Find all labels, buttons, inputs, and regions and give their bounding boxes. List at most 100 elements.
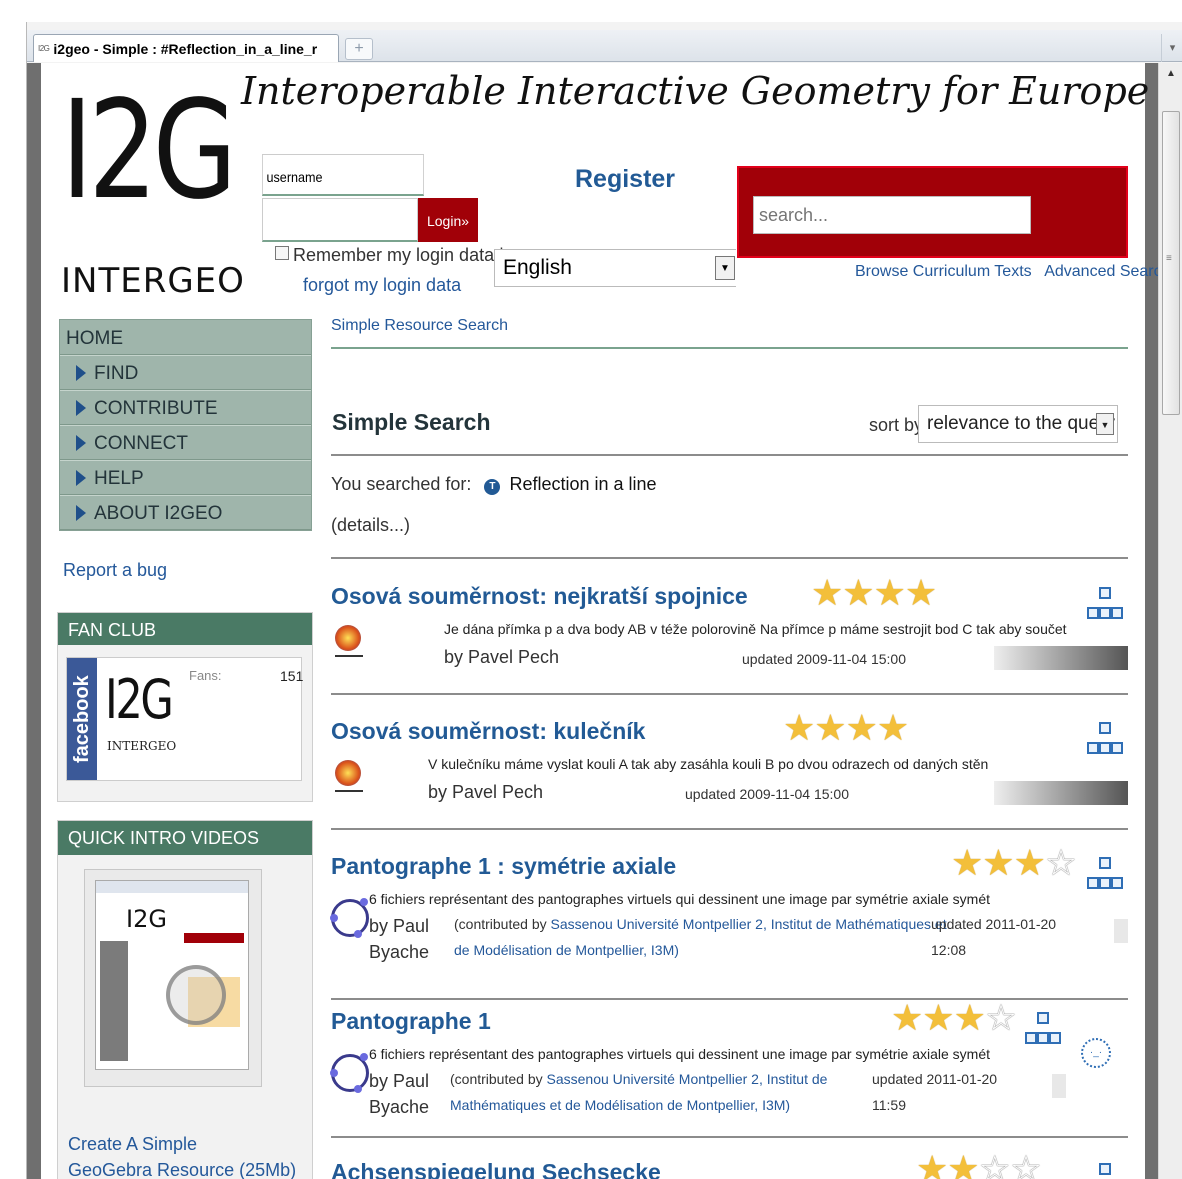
rating-stars: ★★★★ [783,710,909,746]
i2g-logo[interactable]: I2G [61,83,237,219]
browse-curriculum-link[interactable]: Browse Curriculum Texts [855,263,1032,280]
nav-item-contribute[interactable]: CONTRIBUTE [60,390,311,425]
video-link[interactable]: Create A Simple GeoGebra Resource (25Mb) [68,1131,296,1179]
password-field[interactable] [262,198,418,242]
result-contributor: (contributed by Sassenou Université Mont… [450,1066,827,1118]
video-screen: I2G [95,880,249,1070]
login-button[interactable]: Login» [418,198,478,242]
remember-label: Remember my login data | [293,245,504,265]
nav-label: HELP [94,468,144,489]
remember-checkbox[interactable] [275,246,289,260]
contributor-link[interactable]: Sassenou Université Montpellier 2, Insti… [547,1071,828,1087]
author-line: by Paul [369,1071,430,1091]
result-title[interactable]: Pantographe 1 : symétrie axiale [331,853,676,880]
play-icon[interactable] [166,965,226,1025]
search-query[interactable]: Reflection in a line [509,474,656,494]
curriculum-tree-icon[interactable] [1086,722,1124,760]
author-line: Byache [369,942,430,962]
tab-list-button[interactable]: ▾ [1161,34,1182,62]
author-line: by Paul [369,916,430,936]
result-author[interactable]: by Paul Byache [369,913,429,965]
search-input[interactable] [753,196,1031,234]
username-field[interactable]: username [262,154,424,196]
fan-card-logo: I2G [105,668,174,731]
chevron-down-icon[interactable]: ▼ [715,256,735,280]
contributor-link[interactable]: Sassenou Université Montpellier 2, Insti… [551,916,947,932]
result-author[interactable]: by Pavel Pech [444,647,559,668]
page-title: Simple Search [332,409,491,435]
register-link[interactable]: Register [575,165,675,194]
result-title[interactable]: Osová souměrnost: nejkratší spojnice [331,583,748,610]
pantograph-icon[interactable] [330,1053,369,1093]
divider [331,454,1128,456]
contributor-link[interactable]: Mathématiques et de Modélisation de Mont… [450,1097,790,1113]
updated-date: updated 2011-01-20 [931,916,1057,932]
nav-item-find[interactable]: FIND [60,355,311,390]
top-links: Browse Curriculum Texts Advanced Search [855,263,1158,281]
triangle-right-icon [76,365,86,381]
facebook-fan-card[interactable]: facebook I2G INTERGEO Fans: 151 [66,657,304,781]
result-description: 6 fichiers représentant des pantographes… [369,891,990,907]
chevron-down-icon[interactable]: ▼ [1096,413,1114,435]
star-filled-icon: ★ [953,997,986,1038]
star-empty-icon: ☆ [978,1148,1011,1179]
curriculum-tree-icon[interactable] [1024,1012,1062,1050]
sort-select[interactable]: relevance to the query ▼ [918,405,1118,443]
vertical-scrollbar[interactable]: ▲ ≡ [1158,63,1182,1179]
facebook-logo[interactable]: facebook [67,658,97,780]
contrib-prefix: (contributed by [454,916,547,932]
result-item: Osová souměrnost: nejkratší spojnice ★★★… [331,575,1128,693]
geogebra-file-icon[interactable] [335,760,363,792]
triangle-right-icon [76,400,86,416]
quick-intro-box: QUICK INTRO VIDEOS I2G Create A Simple G… [57,820,313,1179]
user-avatar-icon[interactable]: ·_· [1081,1038,1111,1068]
tab-title: i2geo - Simple : #Reflection_in_a_line_r [53,40,318,57]
quality-bar [1114,919,1128,943]
sort-value: relevance to the query [927,413,1116,434]
curriculum-tree-icon[interactable] [1086,1163,1124,1179]
star-empty-icon: ☆ [984,997,1017,1038]
result-title[interactable]: Achsenspiegelung Sechsecke [331,1159,661,1179]
star-filled-icon: ★ [873,572,906,613]
result-author[interactable]: by Paul Byache [369,1068,429,1120]
result-title[interactable]: Pantographe 1 [331,1008,491,1035]
sort-label: sort by [869,415,924,435]
nav-item-about[interactable]: ABOUT I2GEO [60,495,311,530]
star-filled-icon: ★ [922,997,954,1038]
pantograph-icon[interactable] [330,898,369,938]
fans-count: 151 [280,668,304,684]
report-bug-link[interactable]: Report a bug [63,560,167,581]
nav-label: FIND [94,363,139,384]
result-description: 6 fichiers représentant des pantographes… [369,1046,990,1062]
curriculum-tree-icon[interactable] [1086,857,1124,895]
nav-item-help[interactable]: HELP [60,460,311,495]
scroll-up-icon[interactable]: ▲ [1159,63,1182,85]
topic-badge-icon: T [484,479,501,495]
triangle-right-icon [76,435,86,451]
quick-intro-title: QUICK INTRO VIDEOS [58,821,312,855]
nav-home[interactable]: HOME [60,320,311,355]
browser-tab[interactable]: I2G i2geo - Simple : #Reflection_in_a_li… [33,34,339,62]
breadcrumb[interactable]: Simple Resource Search [331,317,508,335]
result-title[interactable]: Osová souměrnost: kulečník [331,718,645,745]
result-item: Pantographe 1 : symétrie axiale ★★★☆ 6 f… [330,845,1128,998]
advanced-search-link[interactable]: Advanced Search [1044,263,1158,280]
fan-club-box: FAN CLUB facebook I2G INTERGEO Fans: 151 [57,612,313,802]
video-sidebar [100,941,128,1061]
new-tab-button[interactable]: + [345,38,373,60]
remember-login[interactable]: Remember my login data | [275,245,504,266]
scroll-grip-icon: ≡ [1166,253,1172,264]
geogebra-file-icon[interactable] [335,625,363,657]
curriculum-tree-icon[interactable] [1086,587,1124,625]
nav-item-connect[interactable]: CONNECT [60,425,311,460]
details-toggle[interactable]: (details...) [331,515,410,536]
nav-label: CONTRIBUTE [94,398,218,419]
author-line: Byache [369,1097,430,1117]
language-select[interactable]: English ▼ [494,249,736,287]
contributor-link[interactable]: de Modélisation de Montpellier, I3M) [454,942,679,958]
updated-time: 12:08 [931,942,967,958]
forgot-login-link[interactable]: forgot my login data [303,275,461,296]
video-logo: I2G [126,905,167,933]
result-author[interactable]: by Pavel Pech [428,782,543,803]
video-thumbnail[interactable]: I2G [84,869,262,1087]
